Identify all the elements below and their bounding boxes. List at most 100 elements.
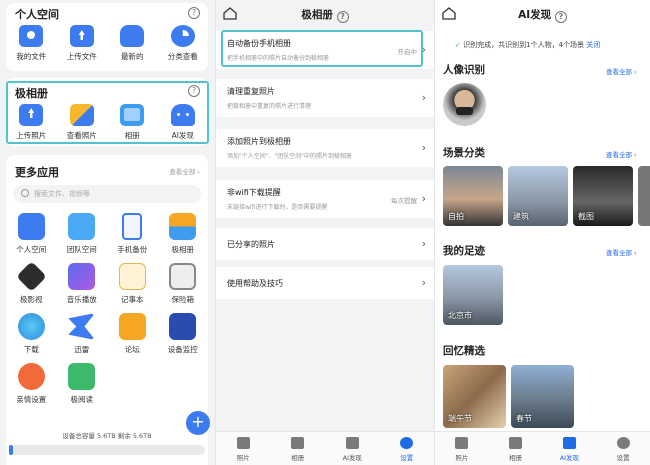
app-personal-space[interactable]: 个人空间 xyxy=(6,213,57,263)
tab-ai-discover[interactable]: AI发现 xyxy=(543,432,597,465)
add-photos-item[interactable]: 添加照片到极相册 添加"个人空间"、"团队空间"中的照片到极相册 › xyxy=(216,129,434,167)
scene-thumb-screenshot[interactable]: 截图 xyxy=(573,166,633,226)
app-team-space[interactable]: 团队空间 xyxy=(57,213,108,263)
memory-thumb-dragon-boat[interactable]: 端午节 xyxy=(443,365,506,428)
shared-photos-item[interactable]: 已分享的照片 › xyxy=(216,228,434,260)
forum-icon xyxy=(118,313,146,340)
download-icon xyxy=(17,313,45,340)
storage-text: 设备总容量 5.6TB 剩余 5.6TB xyxy=(62,432,152,440)
tab-photos[interactable]: 照片 xyxy=(216,432,271,465)
home-panel: 个人空间 ? 我的文件 上传文件 最新的 分类查看 极相册 ? 上传照片 查看照… xyxy=(0,0,215,465)
search-icon xyxy=(21,189,29,197)
chevron-right-icon: › xyxy=(421,91,426,104)
scene-thumb-more[interactable] xyxy=(638,166,650,226)
pie-chart-icon xyxy=(170,25,195,47)
bottom-tab-bar: 照片 相册 AI发现 设置 xyxy=(435,431,650,465)
footprint-view-all[interactable]: 查看全部 › xyxy=(606,247,637,257)
tab-photos[interactable]: 照片 xyxy=(435,432,489,465)
scene-thumb-selfie[interactable]: 自拍 xyxy=(443,166,503,226)
tab-albums[interactable]: 相册 xyxy=(489,432,543,465)
notepad-icon xyxy=(118,263,146,290)
footprint-thumb-beijing[interactable]: 北京市 xyxy=(443,265,503,325)
tab-albums[interactable]: 相册 xyxy=(271,432,326,465)
gear-icon xyxy=(616,437,630,449)
help-tips-item[interactable]: 使用帮助及技巧 › xyxy=(216,267,434,299)
page-title: 极相册 ? xyxy=(216,7,434,23)
gear-icon xyxy=(400,437,414,449)
upload-file-button[interactable]: 上传文件 xyxy=(57,25,108,62)
personal-space-card: 个人空间 ? 我的文件 上传文件 最新的 分类查看 xyxy=(6,3,208,71)
storage-bar-fill xyxy=(9,445,13,455)
album-highlight xyxy=(6,81,209,144)
personal-space-title: 个人空间 xyxy=(15,8,59,21)
my-files-button[interactable]: 我的文件 xyxy=(6,25,57,62)
recognition-notice: ✓ 识别完成，共识别到1个人物，4个场景 关闭 xyxy=(455,41,601,49)
clean-duplicates-item[interactable]: 清理重复照片 把极相册中重复的照片进行清理 › xyxy=(216,79,434,117)
app-family-settings[interactable]: 亲情设置 xyxy=(6,363,57,413)
view-all-link[interactable]: 查看全部 › xyxy=(169,166,200,176)
app-device-monitor[interactable]: 设备监控 xyxy=(158,313,209,363)
phone-icon xyxy=(122,213,143,240)
help-icon[interactable]: ? xyxy=(554,11,567,23)
album-icon xyxy=(509,437,523,449)
chevron-right-icon: › xyxy=(421,192,426,205)
memory-title: 回忆精选 xyxy=(443,345,485,357)
app-reader[interactable]: 极阅读 xyxy=(57,363,108,413)
my-files-icon xyxy=(19,25,44,47)
memory-thumb-spring-festival[interactable]: 春节 xyxy=(511,365,574,428)
app-safe[interactable]: 保险箱 xyxy=(158,263,209,313)
album-panel: 极相册 ? 自动备份手机相册 把手机相册中的照片自动备份到极相册 开启中 › 清… xyxy=(215,0,434,465)
tab-ai-discover[interactable]: AI发现 xyxy=(325,432,380,465)
upload-icon xyxy=(69,25,94,47)
footprint-title: 我的足迹 xyxy=(443,245,485,257)
album-icon xyxy=(169,213,197,240)
page-title: AI发现 ? xyxy=(435,7,650,23)
tab-settings[interactable]: 设置 xyxy=(596,432,650,465)
add-button[interactable]: + xyxy=(186,411,210,435)
app-xunlei[interactable]: 迅雷 xyxy=(57,313,108,363)
scene-thumb-building[interactable]: 建筑 xyxy=(508,166,568,226)
monitor-icon xyxy=(169,313,197,340)
search-input[interactable]: 搜索文件、视频等 xyxy=(13,185,201,203)
chevron-right-icon: › xyxy=(421,276,426,289)
portrait-title: 人像识别 xyxy=(443,64,485,76)
video-icon xyxy=(15,261,47,292)
team-folder-icon xyxy=(68,213,96,240)
latest-icon xyxy=(120,25,145,47)
app-notepad[interactable]: 记事本 xyxy=(107,263,158,313)
help-icon[interactable]: ? xyxy=(336,11,349,23)
scene-view-all[interactable]: 查看全部 › xyxy=(606,149,637,159)
xunlei-icon xyxy=(68,313,96,340)
app-download[interactable]: 下载 xyxy=(6,313,57,363)
app-phone-backup[interactable]: 手机备份 xyxy=(107,213,158,263)
auto-backup-highlight xyxy=(221,30,423,67)
storage-bar xyxy=(9,445,205,455)
check-icon: ✓ xyxy=(455,41,461,49)
app-video[interactable]: 极影视 xyxy=(6,261,57,313)
portrait-view-all[interactable]: 查看全部 › xyxy=(606,66,637,76)
folder-icon xyxy=(17,213,45,240)
category-view-button[interactable]: 分类查看 xyxy=(158,25,209,62)
tab-settings[interactable]: 设置 xyxy=(380,432,435,465)
person-avatar[interactable] xyxy=(443,83,486,126)
grid-icon xyxy=(562,437,576,449)
app-music[interactable]: 音乐播放 xyxy=(57,263,108,313)
app-album[interactable]: 极相册 xyxy=(158,213,209,263)
book-icon xyxy=(68,363,96,390)
close-notice-link[interactable]: 关闭 xyxy=(586,41,600,49)
help-icon[interactable]: ? xyxy=(188,7,200,19)
non-wifi-reminder-item[interactable]: 非wifi下载提醒 未链接wifi进行下载时，是否需要提醒 每次提醒 › xyxy=(216,180,434,218)
photo-icon xyxy=(236,437,250,449)
more-apps-title: 更多应用 xyxy=(15,166,59,179)
latest-button[interactable]: 最新的 xyxy=(107,25,158,62)
album-icon xyxy=(291,437,305,449)
family-icon xyxy=(17,363,45,390)
scene-title: 场景分类 xyxy=(443,147,485,159)
apps-grid: 个人空间 团队空间 手机备份 极相册 极影视 音乐播放 记事本 保险箱 下载 迅… xyxy=(6,213,208,413)
bottom-tab-bar: 照片 相册 AI发现 设置 xyxy=(216,431,434,465)
ai-discover-panel: AI发现 ? ✓ 识别完成，共识别到1个人物，4个场景 关闭 人像识别 查看全部… xyxy=(434,0,650,465)
grid-icon xyxy=(345,437,359,449)
chevron-right-icon: › xyxy=(421,237,426,250)
photo-icon xyxy=(455,437,469,449)
app-forum[interactable]: 论坛 xyxy=(107,313,158,363)
